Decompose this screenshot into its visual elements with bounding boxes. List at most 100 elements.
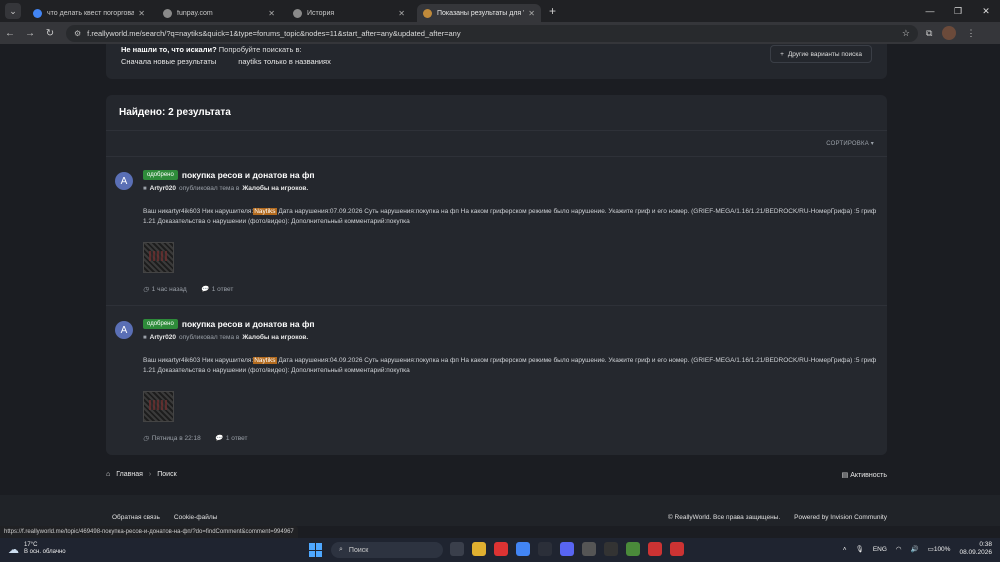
chrome-icon[interactable]	[516, 542, 530, 556]
author-link[interactable]: Artyr020	[150, 334, 176, 341]
result-snippet: Ваш никartyr4ik603 Ник нарушителя:Naytik…	[143, 357, 877, 374]
result-item: A одобрено покупка ресов и донатов на фп…	[106, 157, 887, 306]
search-icon: ⌕	[339, 546, 343, 553]
forum-link[interactable]: Жалобы на игроков.	[242, 334, 308, 341]
clock-icon: ◷	[143, 286, 149, 293]
status-url-bubble: https://f.reallyworld.me/topic/469498-по…	[0, 526, 298, 538]
powered-by-link[interactable]: Powered by Invision Community	[794, 514, 887, 521]
windows-start-icon[interactable]	[309, 543, 323, 557]
result-snippet: Ваш никartyr4ik603 Ник нарушителя:Naytik…	[143, 208, 877, 225]
attachment-thumbnail[interactable]	[143, 242, 174, 273]
close-icon[interactable]: ✕	[398, 9, 405, 18]
funpay-icon	[163, 8, 172, 18]
avatar[interactable]: A	[115, 321, 133, 339]
comments-icon: 💬	[214, 435, 223, 442]
comments-icon: 💬	[200, 286, 209, 293]
browser-tab-4[interactable]: Показаны результаты для 'nay ✕	[417, 4, 541, 22]
post-time[interactable]: ◷ Пятница в 22:18	[143, 434, 201, 443]
new-tab-icon[interactable]: +	[549, 4, 556, 18]
google-icon	[33, 8, 42, 18]
hint-question: Не нашли то, что искали?	[121, 45, 217, 54]
close-icon[interactable]: ✕	[528, 9, 535, 18]
menu-dots-icon[interactable]: ⋮	[966, 28, 975, 39]
minimize-icon[interactable]: —	[916, 0, 944, 22]
task-view-icon[interactable]	[450, 542, 464, 556]
titles-only-link[interactable]: naytiks только в названиях	[238, 57, 331, 66]
more-search-options-button[interactable]: + Другие варианты поиска	[770, 45, 872, 63]
search-highlight: Naytiks	[253, 208, 277, 215]
taskbar-search[interactable]: ⌕ Поиск	[331, 542, 443, 558]
hint-suggest: Попробуйте поискать в:	[218, 45, 302, 54]
extensions-icon[interactable]: ⧉	[926, 28, 932, 39]
post-time[interactable]: ◷ 1 час назад	[143, 285, 187, 294]
taskbar-apps	[450, 542, 684, 556]
window-controls: — ❐ ✕	[916, 0, 1000, 22]
browser-tab-1[interactable]: что делать квест погорговать ✕	[27, 4, 151, 22]
chevron-up-icon[interactable]: ˄	[843, 546, 847, 553]
address-bar: ← → ↻ ⚙ f.reallyworld.me/search/?q=nayti…	[0, 22, 1000, 44]
home-icon: ⌂	[106, 471, 111, 478]
newest-results-link[interactable]: Сначала новые результаты	[121, 57, 216, 66]
cookies-link[interactable]: Cookie-файлы	[174, 514, 217, 521]
tab-search-icon[interactable]: ⌄	[5, 3, 21, 19]
wifi-icon[interactable]: ◠	[896, 545, 902, 553]
record-app-icon[interactable]	[648, 542, 662, 556]
volume-icon[interactable]: 🔊	[911, 545, 919, 553]
forward-icon[interactable]: →	[20, 28, 40, 39]
breadcrumb: ⌂ Главная › Поиск	[106, 471, 177, 478]
clock[interactable]: 0:38 08.09.2026	[959, 541, 992, 557]
browser-tab-2[interactable]: funpay.com ✕	[157, 4, 281, 22]
minecraft-icon[interactable]	[626, 542, 640, 556]
media-app-icon[interactable]	[670, 542, 684, 556]
forum-icon	[423, 8, 432, 18]
reply-count: 💬 1 ответ	[200, 285, 234, 294]
yandex-icon[interactable]	[494, 542, 508, 556]
topic-title-link[interactable]: покупка ресов и донатов на фп	[182, 319, 315, 329]
avatar[interactable]: A	[115, 172, 133, 190]
browser-tab-bar: ⌄ что делать квест погорговать ✕ funpay.…	[0, 0, 1000, 22]
reply-count: 💬 1 ответ	[214, 434, 248, 443]
author-link[interactable]: Artyr020	[150, 185, 176, 192]
copyright-text: © ReallyWorld. Все права защищены.	[667, 514, 781, 521]
attachment-thumbnail[interactable]	[143, 391, 174, 422]
close-icon[interactable]: ✕	[138, 9, 145, 18]
language-indicator[interactable]: ENG	[873, 546, 887, 553]
maximize-icon[interactable]: ❐	[944, 0, 972, 22]
feedback-link[interactable]: Обратная связь	[112, 514, 160, 521]
search-highlight: Naytiks	[253, 357, 277, 364]
status-badge: одобрено	[143, 319, 178, 329]
reload-icon[interactable]: ↻	[40, 28, 60, 39]
chevron-right-icon: ›	[148, 471, 152, 478]
close-icon[interactable]: ✕	[268, 9, 275, 18]
search-results-panel: Найдено: 2 результата СОРТИРОВКА ▾ A одо…	[106, 95, 887, 455]
sort-dropdown[interactable]: СОРТИРОВКА ▾	[106, 131, 887, 157]
weather-widget[interactable]: ☁ 17°C В осн. облачно	[8, 542, 66, 556]
search-hint-box: Не нашли то, что искали? Попробуйте поис…	[106, 44, 887, 79]
camera-icon[interactable]	[582, 542, 596, 556]
url-input[interactable]: ⚙ f.reallyworld.me/search/?q=naytiks&qui…	[66, 24, 918, 42]
forum-link[interactable]: Жалобы на игроков.	[242, 185, 308, 192]
cloud-icon: ☁	[8, 543, 19, 556]
caret-down-icon: ▾	[870, 141, 874, 147]
back-icon[interactable]: ←	[0, 28, 20, 39]
bookmark-star-icon[interactable]: ☆	[902, 28, 910, 39]
profile-avatar-icon[interactable]	[942, 26, 957, 40]
browser-tab-3[interactable]: История ✕	[287, 4, 411, 22]
windows-taskbar: ☁ 17°C В осн. облачно ⌕ Поиск ˄ 🎙 ENG ◠ …	[0, 538, 1000, 562]
app-icon[interactable]	[538, 542, 552, 556]
file-explorer-icon[interactable]	[472, 542, 486, 556]
battery-indicator[interactable]: ▭100%	[928, 545, 951, 553]
results-heading: Найдено: 2 результата	[106, 95, 887, 131]
discord-icon[interactable]	[560, 542, 574, 556]
steam-icon[interactable]	[604, 542, 618, 556]
close-window-icon[interactable]: ✕	[972, 0, 1000, 22]
microphone-icon[interactable]: 🎙	[856, 545, 864, 553]
topic-icon: ■	[143, 185, 147, 192]
breadcrumb-current[interactable]: Поиск	[157, 471, 176, 478]
history-icon	[293, 8, 302, 18]
topic-icon: ■	[143, 334, 147, 341]
breadcrumb-home[interactable]: Главная	[116, 471, 143, 478]
topic-title-link[interactable]: покупка ресов и донатов на фп	[182, 170, 315, 180]
activity-link[interactable]: ▤ Активность	[842, 471, 887, 479]
site-info-icon[interactable]: ⚙	[74, 29, 81, 38]
